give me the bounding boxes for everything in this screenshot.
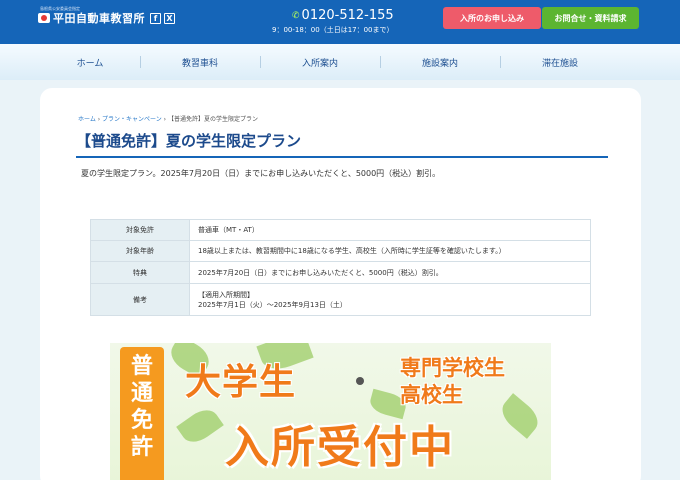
sns-links: f X [150,12,178,24]
license-badge-text: 普通免許 [130,354,153,460]
nav-item-accommodation[interactable]: 滞在施設 [500,44,620,80]
plan-details-table: 対象免許 普通車（MT・AT） 対象年齢 18歳以上または、教習期間中に18歳に… [90,219,591,316]
row-value: 18歳以上または、教習期間中に18歳になる学生、高校生（入所時に学生証等を確認い… [189,240,591,262]
breadcrumb: ホーム › プラン・キャンペーン › 【普通免許】夏の学生限定プラン [78,114,258,123]
leaf-decoration [496,393,544,439]
row-label: 備考 [90,283,190,316]
table-row: 対象年齢 18歳以上または、教習期間中に18歳になる学生、高校生（入所時に学生証… [90,240,591,262]
banner-separator-dot [356,377,364,385]
page-title: 【普通免許】夏の学生限定プラン [76,130,608,158]
facebook-icon[interactable]: f [150,12,161,24]
nav-item-facilities[interactable]: 施設案内 [380,44,500,80]
breadcrumb-current: 【普通免許】夏の学生限定プラン [167,116,258,123]
phone-number[interactable]: ✆ 0120-512-155 [292,8,394,23]
plan-summary: 夏の学生限定プラン。2025年7月20日（日）までにお申し込みいただくと、500… [81,169,441,178]
global-nav: ホーム 教習車科 入所案内 施設案内 滞在施設 [0,44,680,80]
logo-mark-icon [38,13,50,23]
business-hours: 9：00-18：00（土日は17：00まで） [272,26,394,34]
banner-headline-accepting: 入所受付中 [225,422,455,473]
table-row: 特典 2025年7月20日（日）までにお申し込みいただくと、5000円（税込）割… [90,261,591,284]
free-dial-icon: ✆ [292,10,299,21]
table-row: 備考 【適用入所期間】 2025年7月1日（火）〜2025年9月13日（土） [90,283,591,316]
phone-number-text: 0120-512-155 [301,8,394,23]
site-logo[interactable]: 平田自動車教習所 f X [38,10,178,26]
contact-button[interactable]: お問合せ・資料請求 [542,7,639,29]
row-value: 【適用入所期間】 2025年7月1日（火）〜2025年9月13日（土） [189,283,591,316]
breadcrumb-plans[interactable]: プラン・キャンペーン [102,116,162,123]
nav-item-home[interactable]: ホーム [40,44,140,80]
x-icon[interactable]: X [164,12,175,24]
apply-button[interactable]: 入所のお申し込み [443,7,541,29]
row-label: 対象年齢 [90,240,190,262]
site-header: 島根県公安委員会指定 平田自動車教習所 f X ✆ 0120-512-155 9… [0,0,680,44]
leaf-decoration [176,403,224,449]
row-value: 2025年7月20日（日）までにお申し込みいただくと、5000円（税込）割引。 [189,261,591,284]
period-heading: 【適用入所期間】 [198,290,254,299]
promo-banner: 普通免許 大学生 専門学校生 高校生 入所受付中 [110,343,551,480]
row-label: 対象免許 [90,219,190,241]
table-row: 対象免許 普通車（MT・AT） [90,219,591,241]
nav-item-vehicles[interactable]: 教習車科 [140,44,260,80]
row-label: 特典 [90,261,190,284]
main-content: ホーム › プラン・キャンペーン › 【普通免許】夏の学生限定プラン 【普通免許… [40,88,641,480]
logo-name: 平田自動車教習所 [53,12,145,25]
row-value: 普通車（MT・AT） [189,219,591,241]
period-dates: 2025年7月1日（火）〜2025年9月13日（土） [198,300,347,309]
nav-item-admission[interactable]: 入所案内 [260,44,380,80]
banner-headline-university: 大学生 [185,362,297,403]
banner-highschool: 高校生 [400,383,463,407]
breadcrumb-home[interactable]: ホーム [78,116,96,123]
banner-vocational: 専門学校生 [400,356,505,380]
